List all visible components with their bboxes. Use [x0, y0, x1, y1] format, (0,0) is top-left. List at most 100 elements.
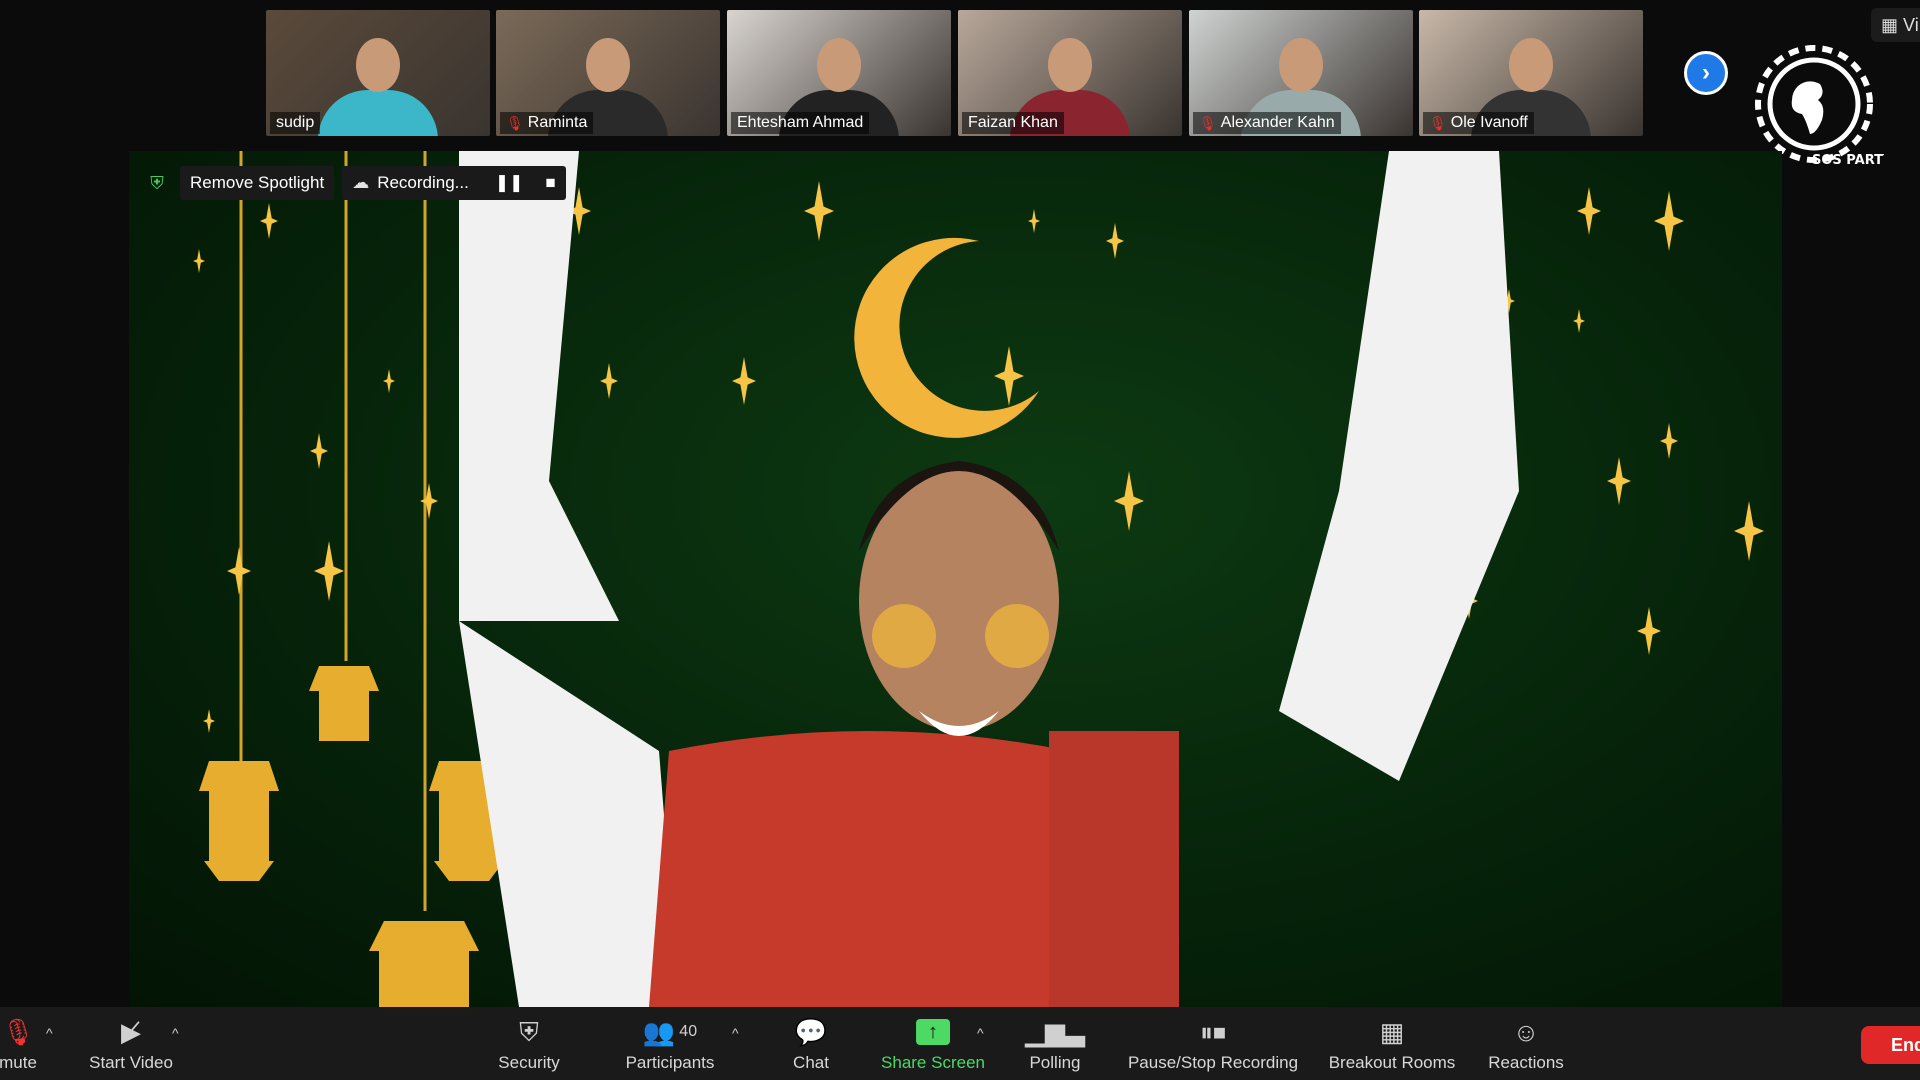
- participant-name-tag: Faizan Khan: [962, 112, 1064, 134]
- share-screen-label: Share Screen: [881, 1053, 985, 1072]
- participant-face: [356, 38, 400, 92]
- svg-text:SOS PARTY: SOS PARTY: [1812, 153, 1884, 168]
- star: [193, 249, 205, 273]
- star: [1607, 457, 1631, 505]
- star: [314, 541, 344, 601]
- participant-name: Alexander Kahn: [1220, 114, 1335, 131]
- people-icon: 👥: [642, 1017, 676, 1047]
- sos-party-logo: SOS PARTY: [1755, 45, 1884, 168]
- share-arrow-icon: ↑: [915, 1019, 950, 1045]
- grid-icon: ▦: [1379, 1017, 1405, 1047]
- participant-tile[interactable]: sudip: [266, 10, 490, 136]
- lanterns: [199, 666, 509, 1007]
- participant-face: [1048, 38, 1092, 92]
- star: [1028, 209, 1040, 233]
- end-meeting-button[interactable]: End: [1861, 1026, 1920, 1064]
- chevron-right-icon: ›: [1702, 59, 1710, 86]
- polling-label: Polling: [1029, 1053, 1081, 1072]
- participant-tile[interactable]: Faizan Khan: [958, 10, 1182, 136]
- video-off-icon: ▶̸: [120, 1017, 141, 1047]
- spotlight-video: [129, 151, 1782, 1007]
- star: [203, 709, 215, 733]
- pause-stop-recording-button[interactable]: ⏸⏹ Pause/Stop Recording: [1128, 1017, 1298, 1073]
- bar-chart-icon: ▁▆▃: [1025, 1017, 1085, 1047]
- view-label: Vi: [1903, 15, 1919, 35]
- meeting-toolbar: 🎙 mute ^ ▶̸ Start Video ^ ⛨ Security 👥 40 Par…: [0, 1007, 1920, 1080]
- star: [600, 363, 618, 399]
- crescent-moon: [854, 237, 1039, 438]
- mute-button[interactable]: 🎙 mute: [0, 1017, 37, 1073]
- star: [1577, 187, 1601, 235]
- mic-muted-icon: 🎙: [506, 114, 524, 131]
- security-button[interactable]: ⛨ Security: [498, 1017, 559, 1073]
- mic-muted-icon: 🎙: [1199, 114, 1217, 131]
- star: [1660, 423, 1678, 459]
- star: [1654, 191, 1684, 251]
- next-page-button[interactable]: ›: [1684, 51, 1728, 95]
- star: [1114, 471, 1144, 531]
- recording-indicator: ☁ Recording... ❚❚ ■: [342, 166, 566, 200]
- participant-name-tag: 🎙 Raminta: [500, 112, 594, 134]
- star: [1106, 223, 1124, 259]
- participant-name: Faizan Khan: [968, 114, 1058, 131]
- stop-recording-button[interactable]: ■: [545, 173, 555, 193]
- star: [383, 369, 395, 393]
- smiley-add-icon: ☺: [1512, 1017, 1540, 1047]
- participant-name: Ole Ivanoff: [1450, 114, 1528, 131]
- microphone-muted-icon: 🎙: [1, 1017, 35, 1047]
- reactions-button[interactable]: ☺ Reactions: [1488, 1017, 1564, 1073]
- share-options-caret[interactable]: ^: [977, 1025, 984, 1041]
- participant-name-tag: Ehtesham Ahmad: [731, 112, 870, 134]
- video-options-caret[interactable]: ^: [172, 1025, 179, 1041]
- start-video-label: Start Video: [89, 1053, 173, 1072]
- participant-tile[interactable]: 🎙 Ole Ivanoff: [1419, 10, 1643, 136]
- spotlight-bar: ⛨ Remove Spotlight ☁ Recording... ❚❚ ■: [142, 166, 566, 200]
- pause-stop-icon: ⏸⏹: [1199, 1017, 1227, 1047]
- participant-name-tag: sudip: [270, 112, 321, 134]
- chat-button[interactable]: 💬 Chat: [793, 1017, 829, 1073]
- participants-button[interactable]: 👥 40 Participants: [626, 1017, 715, 1073]
- security-label: Security: [498, 1053, 560, 1072]
- start-video-button[interactable]: ▶̸ Start Video: [89, 1017, 173, 1073]
- star: [804, 181, 834, 241]
- star: [260, 203, 278, 239]
- participant-face: [1509, 38, 1553, 92]
- star: [1573, 309, 1585, 333]
- participant-name: Ehtesham Ahmad: [737, 114, 864, 131]
- participant-tile[interactable]: 🎙 Alexander Kahn: [1189, 10, 1413, 136]
- participant-count: 40: [679, 1023, 698, 1040]
- participant-name: sudip: [276, 114, 315, 131]
- polling-button[interactable]: ▁▆▃ Polling: [1025, 1017, 1085, 1073]
- mic-muted-icon: 🎙: [1429, 114, 1447, 131]
- star: [227, 547, 251, 595]
- pause-recording-button[interactable]: ❚❚: [495, 173, 524, 193]
- remove-spotlight-button[interactable]: Remove Spotlight: [180, 166, 335, 200]
- star: [994, 346, 1024, 406]
- participant-face: [817, 38, 861, 92]
- star: [310, 433, 328, 469]
- recording-label: Recording...: [377, 173, 469, 192]
- star: [1637, 607, 1661, 655]
- star: [1734, 501, 1764, 561]
- star: [732, 357, 756, 405]
- chat-bubble-icon: 💬: [794, 1017, 828, 1047]
- share-screen-button[interactable]: ↑ Share Screen: [881, 1017, 985, 1073]
- end-label: End: [1891, 1035, 1920, 1055]
- participant-name-tag: 🎙 Alexander Kahn: [1193, 112, 1341, 134]
- breakout-rooms-button[interactable]: ▦ Breakout Rooms: [1329, 1017, 1456, 1073]
- participant-name: Raminta: [527, 114, 588, 131]
- shield-check-icon: ⛨: [150, 172, 164, 193]
- pause-stop-recording-label: Pause/Stop Recording: [1127, 1053, 1299, 1072]
- participants-options-caret[interactable]: ^: [732, 1025, 739, 1041]
- participants-label: Participants: [625, 1053, 715, 1072]
- breakout-rooms-label: Breakout Rooms: [1328, 1053, 1456, 1072]
- chat-label: Chat: [793, 1053, 829, 1072]
- participant-tile[interactable]: 🎙 Raminta: [496, 10, 720, 136]
- view-button[interactable]: ▦ Vi: [1871, 8, 1920, 42]
- participant-tile[interactable]: Ehtesham Ahmad: [727, 10, 951, 136]
- audio-options-caret[interactable]: ^: [46, 1025, 53, 1041]
- mute-label: mute: [0, 1053, 37, 1072]
- star: [420, 483, 438, 519]
- grid-icon: ▦: [1881, 15, 1899, 35]
- cloud-icon: ☁: [352, 173, 370, 192]
